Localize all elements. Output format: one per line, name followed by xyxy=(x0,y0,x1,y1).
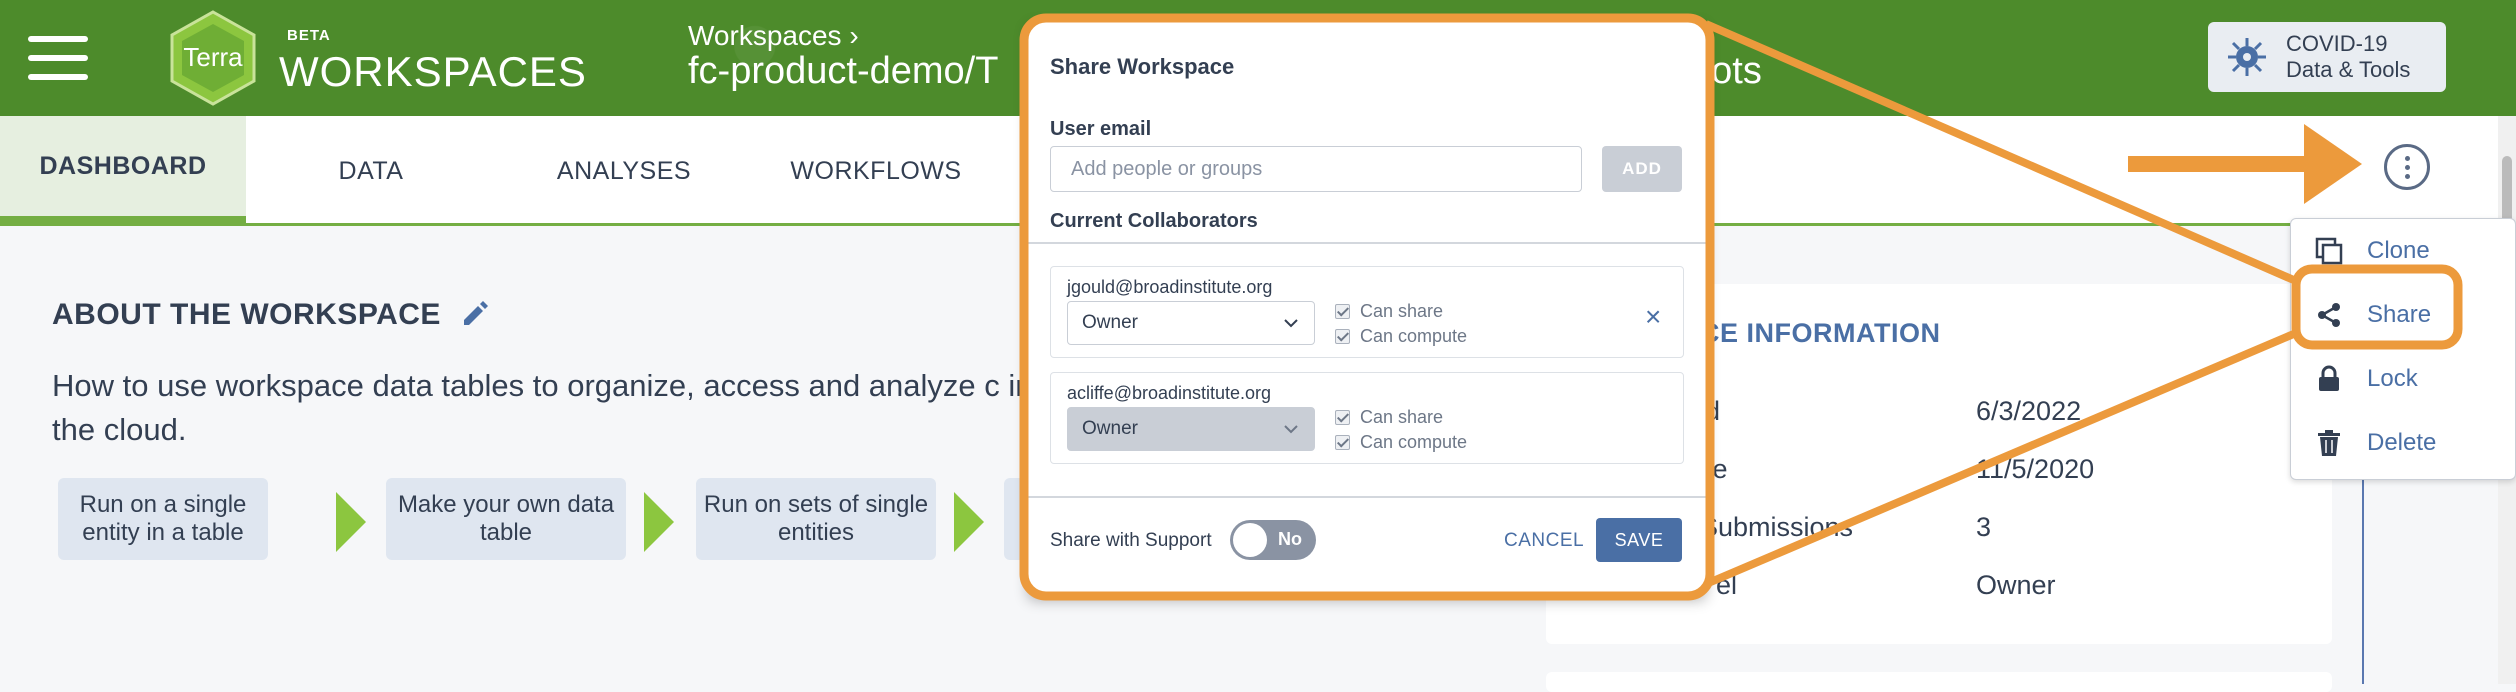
workspace-title: fc-product-demo/T xyxy=(688,50,999,92)
covid-line1: COVID-19 xyxy=(2286,31,2388,56)
user-email-input[interactable] xyxy=(1050,146,1582,192)
menu-item-label: Clone xyxy=(2367,237,2430,264)
info-value: 6/3/2022 xyxy=(1976,396,2082,426)
can-share-checkbox[interactable]: Can share xyxy=(1335,301,1443,322)
menu-item-share[interactable]: Share xyxy=(2291,283,2516,347)
can-compute-checkbox[interactable]: Can compute xyxy=(1335,326,1467,347)
step-card: Make your own data table xyxy=(386,478,626,560)
role-value: Owner xyxy=(1082,418,1138,439)
step-arrow-icon xyxy=(336,492,366,552)
logo-text: Terra xyxy=(183,42,243,72)
toggle-knob xyxy=(1233,523,1267,557)
can-compute-checkbox: Can compute xyxy=(1335,432,1467,453)
virus-icon xyxy=(2228,38,2266,76)
step-arrow-icon xyxy=(954,492,984,552)
info-value: Owner xyxy=(1976,570,2056,600)
tab-dashboard[interactable]: DASHBOARD xyxy=(0,116,246,226)
share-workspace-modal: Share Workspace User email ADD Current C… xyxy=(1028,22,1706,596)
can-share-checkbox: Can share xyxy=(1335,407,1443,428)
checkbox-label: Can compute xyxy=(1360,326,1468,346)
about-title: ABOUT THE WORKSPACE xyxy=(52,298,490,332)
tab-data[interactable]: DATA xyxy=(300,116,442,226)
step-card: Run on a single entity in a table xyxy=(58,478,268,560)
info-title: CE INFORMATION xyxy=(1700,318,1941,348)
collaborators-label: Current Collaborators xyxy=(1050,210,1258,232)
checkbox-icon xyxy=(1335,435,1350,450)
edit-pencil-icon[interactable] xyxy=(460,298,490,328)
share-with-support-label: Share with Support xyxy=(1050,530,1212,551)
collaborator-row: jgould@broadinstitute.org Owner Can shar… xyxy=(1050,266,1684,358)
menu-item-lock[interactable]: Lock xyxy=(2291,347,2516,411)
info-label: el xyxy=(1716,570,1738,600)
breadcrumb[interactable]: Workspaces › xyxy=(688,20,859,52)
cancel-button[interactable]: CANCEL xyxy=(1504,530,1584,552)
info-label: Submissions xyxy=(1700,512,1854,542)
menu-item-clone[interactable]: Clone xyxy=(2291,219,2516,283)
remove-collaborator-close-icon[interactable]: × xyxy=(1645,301,1661,333)
role-value: Owner xyxy=(1082,312,1138,333)
menu-item-delete[interactable]: Delete xyxy=(2291,411,2516,475)
step-arrow-icon xyxy=(644,492,674,552)
info-value: 3 xyxy=(1976,512,1992,542)
clone-icon xyxy=(2315,237,2343,265)
checkbox-label: Can share xyxy=(1360,301,1444,321)
checkbox-icon xyxy=(1335,304,1350,319)
modal-title: Share Workspace xyxy=(1050,54,1235,79)
beta-label: BETA xyxy=(287,27,331,44)
menu-item-label: Delete xyxy=(2367,429,2437,456)
brand-title[interactable]: WORKSPACES xyxy=(279,48,587,96)
divider xyxy=(1028,242,1706,244)
chevron-down-icon xyxy=(1284,319,1298,328)
divider xyxy=(1028,496,1706,498)
add-button[interactable]: ADD xyxy=(1602,146,1682,192)
collaborator-email: acliffe@broadinstitute.org xyxy=(1067,383,1272,403)
covid-line2: Data & Tools xyxy=(2286,57,2411,82)
menu-item-label: Lock xyxy=(2367,365,2418,392)
workspace-description: How to use workspace data tables to orga… xyxy=(52,368,1033,447)
info-value: 11/5/2020 xyxy=(1976,454,2095,484)
workspace-menu-kebab-icon[interactable] xyxy=(2384,144,2430,190)
about-title-text: ABOUT THE WORKSPACE xyxy=(52,298,441,331)
collaborator-email: jgould@broadinstitute.org xyxy=(1067,277,1273,297)
checkbox-icon xyxy=(1335,329,1350,344)
share-with-support-toggle[interactable]: No xyxy=(1230,520,1316,560)
checkbox-label: Can share xyxy=(1360,407,1444,427)
checkbox-icon xyxy=(1335,410,1350,425)
role-select: Owner xyxy=(1067,407,1315,451)
tab-analyses[interactable]: ANALYSES xyxy=(530,116,718,226)
toggle-state: No xyxy=(1278,529,1302,549)
tab-workflows[interactable]: WORKFLOWS xyxy=(770,116,982,226)
chevron-down-icon xyxy=(1284,425,1298,434)
menu-item-label: Share xyxy=(2367,301,2432,328)
trash-icon xyxy=(2318,430,2340,456)
step-card: Run on sets of single entities xyxy=(696,478,936,560)
collaborator-row: acliffe@broadinstitute.org Owner Can sha… xyxy=(1050,372,1684,464)
save-button[interactable]: SAVE xyxy=(1596,518,1682,562)
user-email-label: User email xyxy=(1050,118,1152,140)
workspace-actions-menu: Clone Share Lock Delete xyxy=(2290,218,2516,480)
checkbox-label: Can compute xyxy=(1360,432,1468,452)
role-select[interactable]: Owner xyxy=(1067,301,1315,345)
covid-tools-button[interactable]: COVID-19 Data & Tools xyxy=(2208,22,2446,92)
terra-logo[interactable]: Terra xyxy=(168,10,258,106)
lock-icon xyxy=(2319,365,2339,391)
share-icon xyxy=(2318,303,2340,327)
secondary-card xyxy=(1546,672,2332,692)
hamburger-menu-icon[interactable] xyxy=(28,36,88,80)
